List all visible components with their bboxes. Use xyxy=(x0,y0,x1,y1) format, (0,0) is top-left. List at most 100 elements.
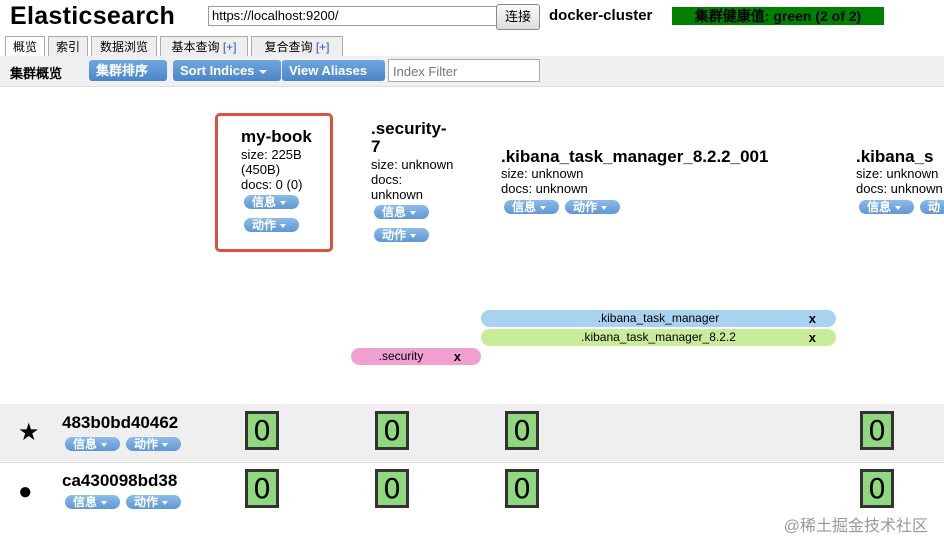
node-info-button[interactable]: 信息 xyxy=(65,437,120,451)
index-docs: docs: xyxy=(371,172,403,187)
tab-label: 概览 xyxy=(12,40,37,54)
watermark: @稀土掘金技术社区 xyxy=(783,518,928,535)
add-tab-icon[interactable]: [+] xyxy=(316,40,330,54)
index-info-button[interactable]: 信息 xyxy=(244,195,299,209)
node-action-button[interactable]: 动作 xyxy=(126,495,181,509)
shard-box[interactable]: 0 xyxy=(245,411,279,450)
index-size: size: unknown xyxy=(371,157,454,172)
caret-down-icon xyxy=(410,233,417,238)
shard-box[interactable]: 0 xyxy=(375,469,409,508)
pill-label: 信息 xyxy=(252,195,277,209)
tab-indices[interactable]: 索引 xyxy=(48,36,88,56)
pill-label: 动作 xyxy=(573,200,598,214)
caret-down-icon xyxy=(540,205,547,210)
index-name-cont: 7 xyxy=(371,137,381,156)
alias-bar[interactable]: .kibana_task_manager x xyxy=(481,310,836,327)
tab-label: 复合查询 xyxy=(264,40,316,54)
pill-label: 动作 xyxy=(134,437,159,451)
tab-label: 基本查询 xyxy=(171,40,223,54)
view-aliases-button[interactable]: View Aliases xyxy=(282,60,385,95)
caret-down-icon xyxy=(294,90,302,95)
tab-basic-query[interactable]: 基本查询 [+] xyxy=(160,36,248,56)
caret-down-icon xyxy=(162,442,169,447)
add-tab-icon[interactable]: [+] xyxy=(223,40,237,54)
shard-box[interactable]: 0 xyxy=(860,411,894,450)
pill-label: 动作 xyxy=(134,495,159,509)
shard-box[interactable]: 0 xyxy=(860,469,894,508)
view-aliases-label: View Aliases xyxy=(289,63,368,78)
close-icon[interactable]: x xyxy=(454,348,461,365)
index-action-button[interactable]: 动作 xyxy=(565,200,620,214)
pill-label: 信息 xyxy=(867,200,892,214)
caret-down-icon xyxy=(601,205,608,210)
caret-down-icon xyxy=(101,442,108,447)
pill-label: 信息 xyxy=(73,495,98,509)
node-name: ca430098bd38 xyxy=(62,471,178,490)
index-docs-value: unknown xyxy=(371,187,424,202)
index-size: size: unknown xyxy=(501,166,584,181)
index-docs: docs: unknown xyxy=(856,181,943,196)
shard-box[interactable]: 0 xyxy=(505,411,539,450)
url-input[interactable] xyxy=(208,6,498,26)
index-info-button[interactable]: 信息 xyxy=(504,200,559,214)
index-name: .security- xyxy=(371,119,447,138)
index-action-button[interactable]: 动作 xyxy=(374,228,429,242)
overview-title: 集群概览 xyxy=(10,66,63,81)
cluster-health-badge: 集群健康值: green (2 of 2) xyxy=(672,7,884,25)
node-info-button[interactable]: 信息 xyxy=(65,495,120,509)
alias-bar[interactable]: .security x xyxy=(351,348,481,365)
tab-label: 索引 xyxy=(55,40,80,54)
pill-label: 动作 xyxy=(252,218,277,232)
shard-box[interactable]: 0 xyxy=(505,469,539,508)
tab-overview[interactable]: 概览 xyxy=(5,36,45,57)
pill-label: 信息 xyxy=(73,437,98,451)
alias-name: .security xyxy=(378,349,424,363)
index-docs: docs: unknown xyxy=(501,181,588,196)
index-name: .kibana_s xyxy=(856,147,934,166)
index-size: size: 225B xyxy=(241,147,302,162)
index-name: .kibana_task_manager_8.2.2_001 xyxy=(501,147,769,166)
cluster-sort-button[interactable]: 集群排序 xyxy=(89,60,167,95)
app-title: Elasticsearch xyxy=(10,2,176,30)
pill-label: 信息 xyxy=(512,200,537,214)
connect-button[interactable]: 连接 xyxy=(496,4,540,30)
index-size: size: unknown xyxy=(856,166,939,181)
tab-label: 数据浏览 xyxy=(99,40,148,54)
tab-compound-query[interactable]: 复合查询 [+] xyxy=(251,36,343,56)
pill-label: 信息 xyxy=(382,205,407,219)
alias-name: .kibana_task_manager_8.2.2 xyxy=(581,330,736,344)
caret-down-icon xyxy=(280,223,287,228)
shard-box[interactable]: 0 xyxy=(245,469,279,508)
tab-browser[interactable]: 数据浏览 xyxy=(91,36,157,56)
caret-down-icon xyxy=(259,69,268,74)
sort-indices-button[interactable]: Sort Indices xyxy=(173,60,281,81)
pill-label: 动作 xyxy=(382,228,407,242)
close-icon[interactable]: x xyxy=(809,310,816,327)
index-action-button[interactable]: 动作 xyxy=(920,200,944,228)
row-divider xyxy=(0,462,944,463)
node-action-button[interactable]: 动作 xyxy=(126,437,181,451)
index-docs: docs: 0 (0) xyxy=(241,177,303,192)
alias-name: .kibana_task_manager xyxy=(597,311,720,325)
circle-icon: ● xyxy=(18,478,33,505)
index-filter-input[interactable]: Index Filter xyxy=(388,59,540,82)
index-info-button[interactable]: 信息 xyxy=(374,205,429,219)
index-action-button[interactable]: 动作 xyxy=(244,218,299,232)
index-size-total: (450B) xyxy=(241,162,281,177)
pill-label: 动作 xyxy=(928,200,941,228)
caret-down-icon xyxy=(895,205,902,210)
caret-down-icon xyxy=(280,200,287,205)
caret-down-icon xyxy=(101,90,109,95)
caret-down-icon xyxy=(162,500,169,505)
alias-bar[interactable]: .kibana_task_manager_8.2.2 x xyxy=(481,329,836,346)
close-icon[interactable]: x xyxy=(809,329,816,346)
shard-box[interactable]: 0 xyxy=(375,411,409,450)
caret-down-icon xyxy=(101,500,108,505)
index-info-button[interactable]: 信息 xyxy=(859,200,914,214)
sort-indices-label: Sort Indices xyxy=(180,63,255,78)
cluster-sort-label: 集群排序 xyxy=(96,63,149,78)
index-name: my-book xyxy=(241,127,312,146)
node-name: 483b0bd40462 xyxy=(62,413,179,432)
caret-down-icon xyxy=(410,210,417,215)
star-icon: ★ xyxy=(18,419,40,446)
